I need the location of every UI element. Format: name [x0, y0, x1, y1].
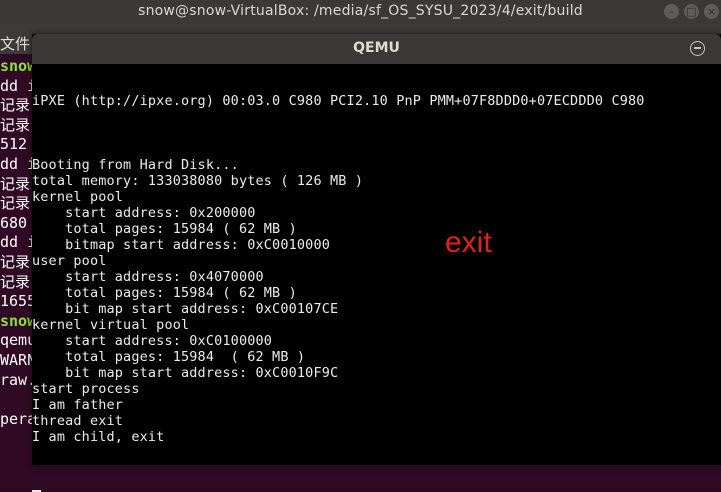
console-line: kernel virtual pool: [32, 317, 190, 333]
terminal-line: snow: [0, 57, 37, 75]
exit-annotation: exit: [445, 226, 492, 259]
console-line: thread exit: [32, 413, 124, 429]
terminal-line: WARN: [0, 351, 37, 369]
terminal-line: qemu: [0, 331, 37, 350]
terminal-line: pera: [0, 409, 37, 428]
minimize-icon: –: [668, 5, 675, 18]
terminal-line: 680: [0, 213, 28, 232]
console-line: start address: 0x200000: [32, 205, 256, 221]
console-line: kernel pool: [32, 189, 124, 205]
qemu-screen[interactable]: iPXE (http://ipxe.org) 00:03.0 C980 PCI2…: [32, 64, 721, 492]
console-line: I am father: [32, 397, 124, 413]
terminal-titlebar[interactable]: snow@snow-VirtualBox: /media/sf_OS_SYSU_…: [0, 0, 721, 24]
console-line: bit map start address: 0xC00107CE: [32, 301, 339, 317]
terminal-line: 记录: [0, 253, 31, 271]
console-line: user pool: [32, 253, 107, 269]
console-line: start process: [32, 381, 140, 397]
console-line: start address: 0x4070000: [32, 269, 264, 285]
terminal-line: 记录: [0, 272, 31, 291]
terminal-line: 记录: [0, 194, 31, 213]
terminal-line: snow: [0, 311, 37, 330]
terminal-line: 512: [0, 135, 28, 154]
maximize-button[interactable]: □: [684, 4, 699, 19]
qemu-window[interactable]: QEMU iPXE (http://ipxe.org) 00:03.0 C980…: [32, 34, 721, 492]
terminal-line: raw.: [0, 370, 37, 389]
terminal-line: dd i: [0, 76, 37, 95]
terminal-line: 记录: [0, 96, 31, 115]
qemu-title: QEMU: [353, 40, 400, 56]
menu-file[interactable]: 文件: [0, 33, 30, 54]
maximize-icon: □: [686, 5, 697, 18]
console-line: bitmap start address: 0xC0010000: [32, 237, 330, 253]
terminal-line: dd i: [0, 233, 37, 252]
minimize-button[interactable]: –: [664, 4, 679, 19]
console-line: I am child, exit: [32, 429, 165, 445]
terminal-line: dd i: [0, 155, 37, 173]
terminal-line: 记录: [0, 174, 31, 193]
qemu-minimize-icon[interactable]: [690, 41, 705, 56]
close-button[interactable]: ×: [704, 4, 719, 19]
console-line: total pages: 15984 ( 62 MB ): [32, 285, 297, 301]
qemu-titlebar[interactable]: QEMU: [32, 34, 721, 64]
close-icon: ×: [706, 5, 717, 18]
terminal-line: 记录: [0, 115, 31, 134]
console-line: total pages: 15984 ( 62 MB ): [32, 349, 306, 365]
console-line: total memory: 133038080 bytes ( 126 MB ): [32, 173, 364, 189]
terminal-line: 1655: [0, 292, 37, 311]
console-line: Booting from Hard Disk...: [32, 157, 239, 173]
console-line: bit map start address: 0xC0010F9C: [32, 365, 339, 381]
console-line: total pages: 15984 ( 62 MB ): [32, 221, 297, 237]
console-line: iPXE (http://ipxe.org) 00:03.0 C980 PCI2…: [32, 93, 645, 109]
console-line: start address: 0xC0100000: [32, 333, 273, 349]
terminal-title: snow@snow-VirtualBox: /media/sf_OS_SYSU_…: [138, 3, 583, 19]
